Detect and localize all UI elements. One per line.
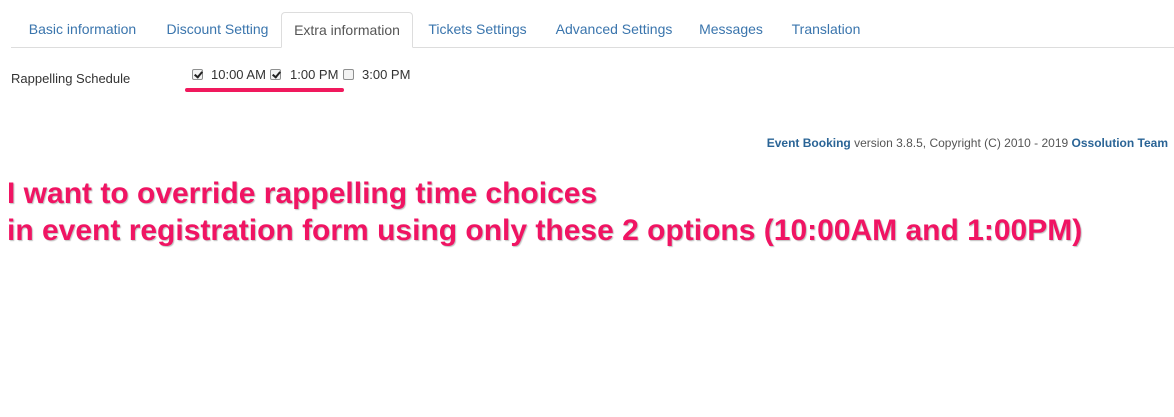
annotation-line-2: in event registration form using only th… [7, 214, 1083, 247]
event-booking-link[interactable]: Event Booking [767, 136, 851, 150]
rappelling-schedule-label: Rappelling Schedule [11, 71, 131, 86]
tab-extra-information[interactable]: Extra information [281, 12, 413, 48]
option-3pm-label[interactable]: 3:00 PM [362, 67, 410, 82]
tab-tickets-settings[interactable]: Tickets Settings [413, 12, 542, 47]
tab-advanced-settings[interactable]: Advanced Settings [542, 12, 686, 47]
footer-copyright: Event Booking version 3.8.5, Copyright (… [767, 136, 1168, 150]
tab-basic-information[interactable]: Basic information [11, 12, 154, 47]
tab-discount-setting[interactable]: Discount Setting [154, 12, 281, 47]
ossolution-team-link[interactable]: Ossolution Team [1072, 136, 1168, 150]
annotation-text: I want to override rappelling time choic… [7, 175, 1082, 249]
option-3pm-checkbox[interactable] [343, 69, 354, 80]
tab-translation[interactable]: Translation [776, 12, 876, 47]
tab-messages[interactable]: Messages [686, 12, 776, 47]
annotation-underline [185, 88, 344, 92]
option-10am-label[interactable]: 10:00 AM [211, 67, 266, 82]
option-1pm-checkbox[interactable] [270, 69, 281, 80]
tab-bar: Basic information Discount Setting Extra… [11, 12, 1174, 48]
option-10am-checkbox[interactable] [192, 69, 203, 80]
annotation-line-1: I want to override rappelling time choic… [7, 177, 598, 210]
option-1pm-label[interactable]: 1:00 PM [290, 67, 338, 82]
footer-version-text: version 3.8.5, Copyright (C) 2010 - 2019 [850, 136, 1072, 150]
